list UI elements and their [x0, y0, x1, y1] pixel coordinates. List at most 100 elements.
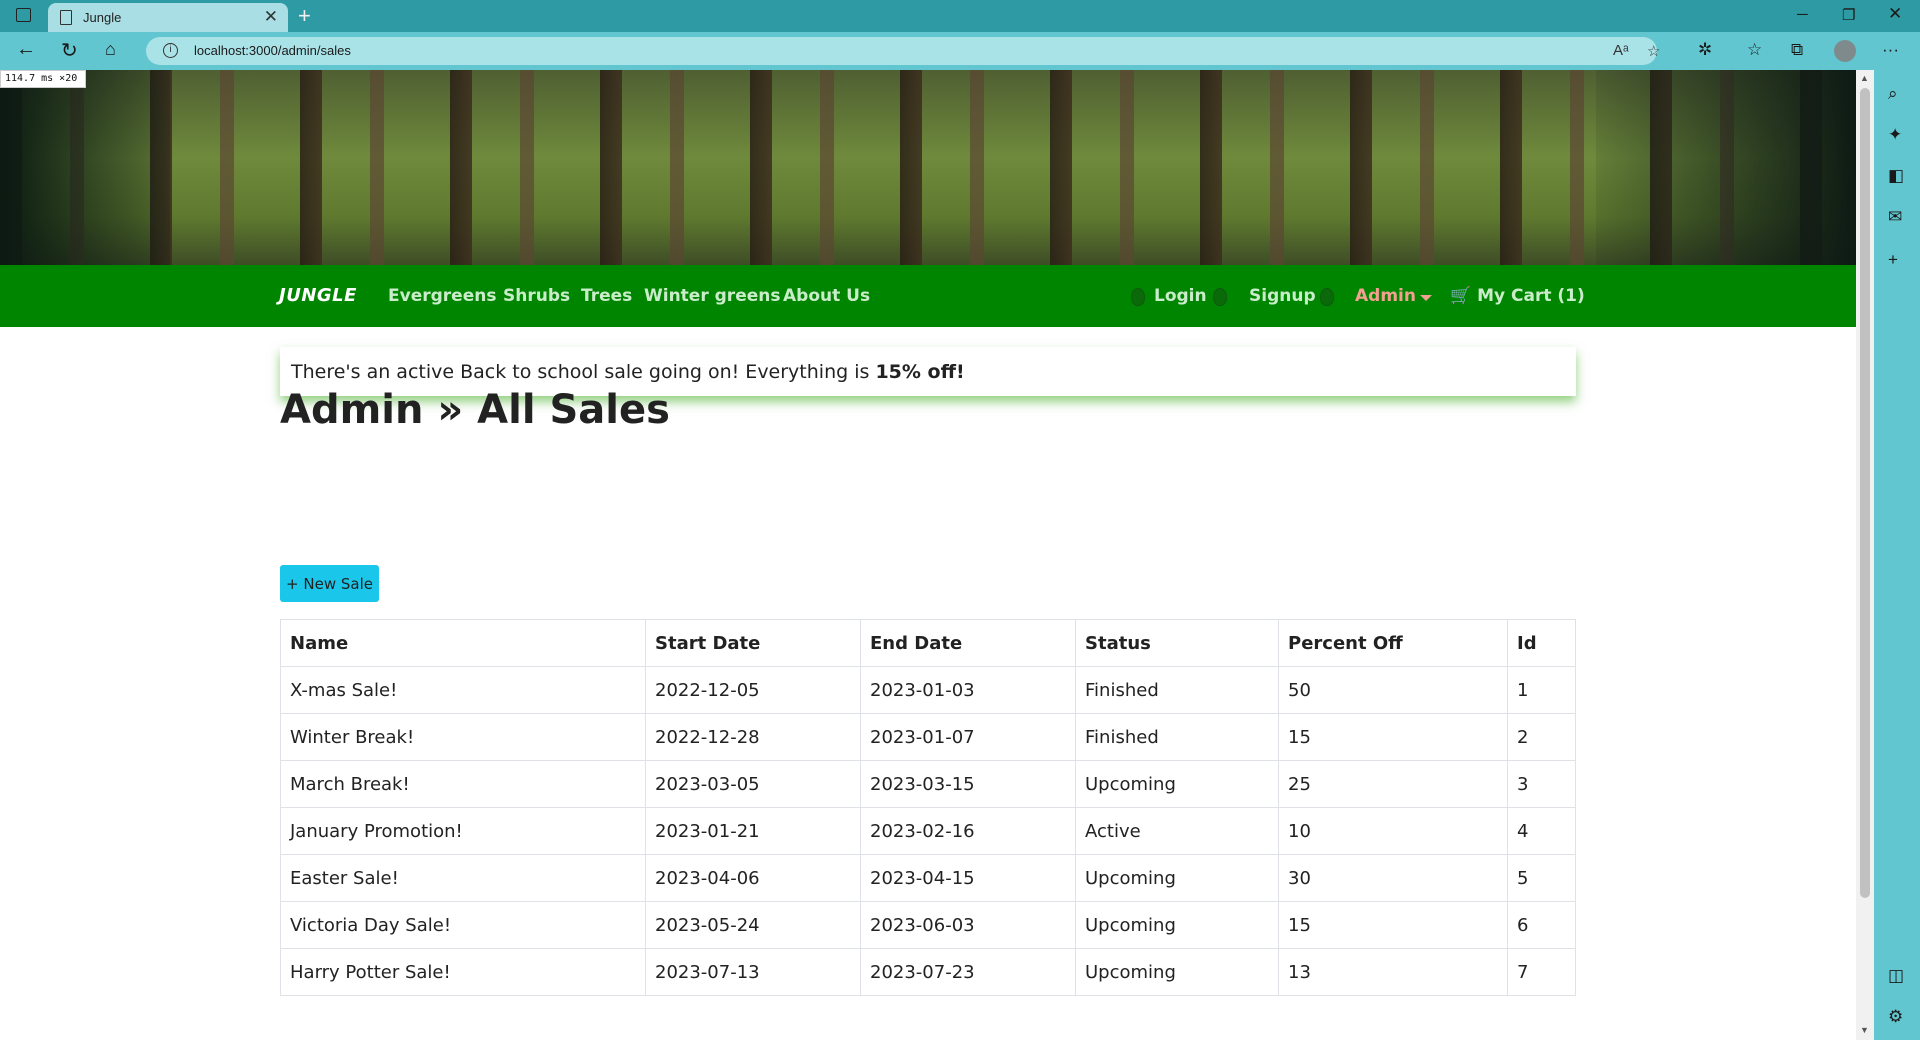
forest-banner	[0, 70, 1856, 265]
copilot-icon[interactable]: ✦	[1888, 125, 1902, 145]
table-row: January Promotion! 2023-01-21 2023-02-16…	[280, 807, 1576, 855]
cell-end-date: 2023-04-15	[860, 854, 1076, 902]
cell-end-date: 2023-01-03	[860, 666, 1076, 714]
cell-name: Victoria Day Sale!	[280, 901, 646, 949]
cell-status: Upcoming	[1075, 760, 1279, 808]
new-tab-icon[interactable]: +	[298, 3, 311, 29]
cell-id: 7	[1507, 948, 1576, 996]
cell-start-date: 2023-05-24	[645, 901, 861, 949]
cell-end-date: 2023-07-23	[860, 948, 1076, 996]
edge-sidebar: ⌕ ✦ ◧ ✉ + ◫ ⚙	[1874, 70, 1920, 1040]
back-icon[interactable]: ←	[16, 38, 36, 61]
alert-text: There's an active Back to school sale go…	[291, 361, 870, 383]
page-icon	[60, 10, 72, 25]
nav-link-about-us[interactable]: About Us	[783, 286, 870, 306]
collections-icon[interactable]: ⧉	[1791, 40, 1803, 60]
cell-percent-off: 25	[1278, 760, 1508, 808]
cell-percent-off: 50	[1278, 666, 1508, 714]
cell-end-date: 2023-02-16	[860, 807, 1076, 855]
table-row: X-mas Sale! 2022-12-05 2023-01-03 Finish…	[280, 666, 1576, 714]
cell-start-date: 2022-12-05	[645, 666, 861, 714]
more-icon[interactable]: ···	[1882, 40, 1899, 60]
sales-table: Name Start Date End Date Status Percent …	[280, 619, 1576, 996]
cell-percent-off: 10	[1278, 807, 1508, 855]
scroll-down-icon[interactable]: ▼	[1860, 1025, 1869, 1035]
refresh-icon[interactable]: ↻	[61, 38, 78, 63]
browser-tab[interactable]: Jungle ✕	[48, 3, 288, 32]
column-header-status: Status	[1075, 619, 1279, 667]
cart-icon: 🛒	[1450, 286, 1472, 306]
nav-link-winter-greens[interactable]: Winter greens	[644, 286, 780, 306]
cell-start-date: 2022-12-28	[645, 713, 861, 761]
extensions-icon[interactable]: ✲	[1698, 40, 1712, 60]
table-row: Victoria Day Sale! 2023-05-24 2023-06-03…	[280, 901, 1576, 949]
alert-discount: 15% off!	[875, 361, 965, 383]
home-icon[interactable]: ⌂	[105, 39, 116, 60]
login-link[interactable]: Login	[1154, 286, 1207, 306]
nav-link-trees[interactable]: Trees	[581, 286, 632, 306]
cell-percent-off: 13	[1278, 948, 1508, 996]
table-header-row: Name Start Date End Date Status Percent …	[280, 619, 1576, 667]
close-tab-icon[interactable]: ✕	[264, 7, 278, 27]
leaf-icon	[1320, 288, 1334, 306]
favorite-add-icon[interactable]: ☆	[1647, 42, 1660, 60]
office-icon[interactable]: ◧	[1888, 166, 1904, 186]
leaf-icon	[1213, 288, 1227, 306]
cell-status: Finished	[1075, 666, 1279, 714]
nav-link-shrubs[interactable]: Shrubs	[503, 286, 570, 306]
scrollbar-thumb[interactable]	[1860, 88, 1870, 898]
cell-percent-off: 15	[1278, 901, 1508, 949]
favorites-icon[interactable]: ☆	[1747, 40, 1762, 60]
add-sidebar-app-icon[interactable]: +	[1888, 250, 1898, 270]
cell-id: 5	[1507, 854, 1576, 902]
cell-name: Harry Potter Sale!	[280, 948, 646, 996]
cart-link[interactable]: 🛒 My Cart (1)	[1450, 286, 1585, 306]
page-title: Admin » All Sales	[280, 387, 670, 433]
url-text[interactable]: localhost:3000/admin/sales	[194, 43, 351, 58]
site-navbar: JUNGLE Evergreens Shrubs Trees Winter gr…	[0, 265, 1856, 327]
column-header-id: Id	[1507, 619, 1576, 667]
admin-dropdown[interactable]: Admin	[1355, 286, 1416, 306]
cell-status: Finished	[1075, 713, 1279, 761]
column-header-end-date: End Date	[860, 619, 1076, 667]
tab-actions-icon[interactable]	[16, 8, 31, 22]
tab-title: Jungle	[83, 10, 122, 25]
scroll-up-icon[interactable]: ▲	[1860, 73, 1869, 83]
cell-percent-off: 30	[1278, 854, 1508, 902]
cell-id: 3	[1507, 760, 1576, 808]
address-bar[interactable]: i localhost:3000/admin/sales Aᵃ ☆	[146, 37, 1660, 65]
cell-id: 6	[1507, 901, 1576, 949]
restore-icon[interactable]: ❐	[1842, 6, 1855, 24]
new-sale-button[interactable]: + New Sale	[280, 565, 379, 602]
caret-down-icon[interactable]	[1420, 295, 1432, 301]
table-row: Easter Sale! 2023-04-06 2023-04-15 Upcom…	[280, 854, 1576, 902]
settings-gear-icon[interactable]: ⚙	[1888, 1007, 1903, 1027]
page-scrollbar[interactable]: ▲ ▼	[1856, 70, 1874, 1040]
cell-start-date: 2023-01-21	[645, 807, 861, 855]
column-header-start-date: Start Date	[645, 619, 861, 667]
cell-start-date: 2023-03-05	[645, 760, 861, 808]
brand-logo[interactable]: JUNGLE	[279, 285, 357, 306]
cell-id: 4	[1507, 807, 1576, 855]
profile-avatar[interactable]	[1834, 40, 1856, 62]
sidebar-toggle-icon[interactable]: ◫	[1888, 966, 1904, 986]
table-row: March Break! 2023-03-05 2023-03-15 Upcom…	[280, 760, 1576, 808]
close-window-icon[interactable]: ✕	[1888, 4, 1902, 24]
minimize-icon[interactable]: ─	[1797, 6, 1808, 23]
cell-end-date: 2023-06-03	[860, 901, 1076, 949]
site-info-icon[interactable]: i	[163, 43, 178, 58]
nav-link-evergreens[interactable]: Evergreens	[388, 286, 496, 306]
leaf-icon	[1131, 288, 1145, 306]
cell-name: January Promotion!	[280, 807, 646, 855]
cell-id: 1	[1507, 666, 1576, 714]
search-icon[interactable]: ⌕	[1888, 84, 1898, 104]
outlook-icon[interactable]: ✉	[1888, 207, 1902, 227]
column-header-name: Name	[280, 619, 646, 667]
cell-start-date: 2023-07-13	[645, 948, 861, 996]
cell-status: Upcoming	[1075, 854, 1279, 902]
page: JUNGLE Evergreens Shrubs Trees Winter gr…	[0, 70, 1856, 1040]
cell-start-date: 2023-04-06	[645, 854, 861, 902]
cell-percent-off: 15	[1278, 713, 1508, 761]
read-aloud-icon[interactable]: Aᵃ	[1613, 42, 1629, 59]
signup-link[interactable]: Signup	[1249, 286, 1316, 306]
